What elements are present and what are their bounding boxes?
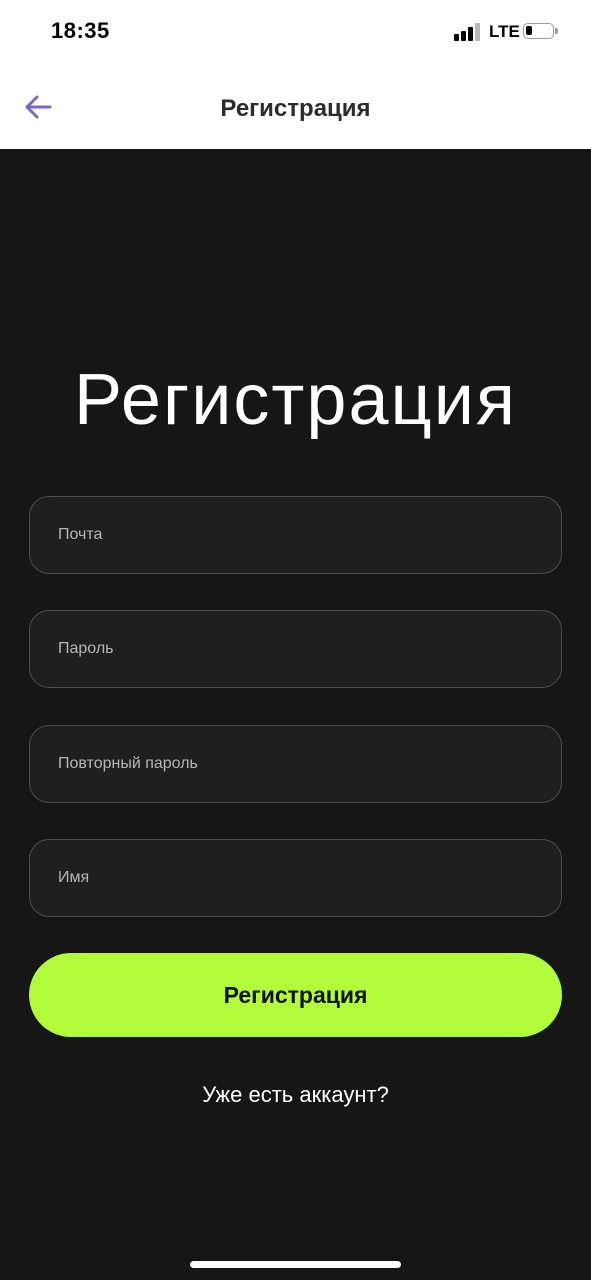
name-field-container [29,839,562,917]
nav-title: Регистрация [220,95,371,122]
registration-screen: Регистрация Регистрация Уже есть аккаунт… [0,149,591,1280]
repeat-password-field-container [29,725,562,803]
battery-icon [523,23,558,39]
password-field-container [29,610,562,688]
email-field-container [29,496,562,574]
network-type: LTE [489,22,520,41]
name-field[interactable] [30,840,561,916]
page-title: Регистрация [74,360,517,440]
status-time: 18:35 [51,18,110,43]
repeat-password-field[interactable] [30,726,561,802]
cellular-signal-icon [454,23,482,41]
register-button[interactable]: Регистрация [29,953,562,1037]
password-field[interactable] [30,611,561,687]
navigation-bar: Регистрация [0,66,591,149]
email-field[interactable] [30,497,561,573]
home-indicator [190,1261,401,1268]
status-bar: 18:35 LTE [0,0,591,66]
login-link[interactable]: Уже есть аккаунт? [0,1082,591,1108]
